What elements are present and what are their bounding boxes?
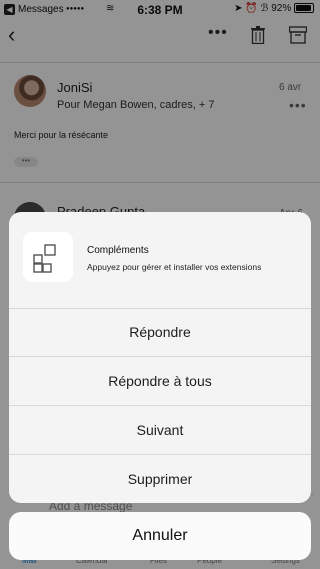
addins-subtitle: Appuyez pour gérer et installer vos exte… <box>87 262 262 272</box>
forward-button[interactable]: Suivant <box>9 406 311 455</box>
reply-all-button[interactable]: Répondre à tous <box>9 357 311 406</box>
addins-title: Compléments <box>87 245 149 256</box>
action-sheet: Compléments Appuyez pour gérer et instal… <box>9 212 311 503</box>
reply-button[interactable]: Répondre <box>9 308 311 357</box>
addins-row[interactable]: Compléments Appuyez pour gérer et instal… <box>9 212 311 309</box>
addins-grid-icon <box>23 232 73 282</box>
delete-button[interactable]: Supprimer <box>9 455 311 503</box>
cancel-button[interactable]: Annuler <box>9 512 311 560</box>
